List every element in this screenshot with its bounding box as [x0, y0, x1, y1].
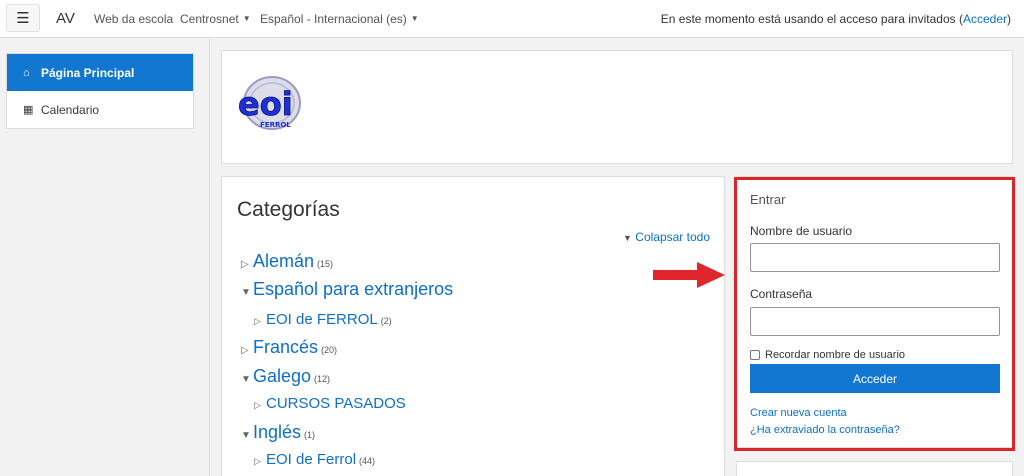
remember-username[interactable]: Recordar nombre de usuario: [750, 349, 905, 361]
arrow-right-icon: [653, 262, 725, 288]
triangle-down-icon: ▼: [241, 374, 251, 385]
categories-title: Categorías: [237, 198, 340, 221]
drawer-list: ⌂ Página Principal ▦ Calendario: [6, 53, 194, 129]
login-block: Entrar Nombre de usuario Contraseña Reco…: [736, 176, 1013, 448]
subcategory-item[interactable]: ▷ EOI de Ferrol (44): [254, 451, 375, 468]
category-item[interactable]: ▷ Francés (20): [241, 337, 337, 358]
category-item[interactable]: ▼ Inglés (1): [241, 422, 315, 443]
caret-down-icon: ▼: [242, 14, 251, 23]
navbar-login-link[interactable]: Acceder: [963, 12, 1007, 26]
categories-panel: Categorías ▼ Colapsar todo ▷ Alemán (15) ▼…: [221, 176, 725, 476]
nav-drawer: ⌂ Página Principal ▦ Calendario: [0, 39, 210, 476]
triangle-right-icon: ▷: [254, 316, 261, 326]
language-selector[interactable]: Español - Internacional (es) ▼: [260, 12, 419, 26]
forgot-password-link[interactable]: ¿Ha extraviado la contraseña?: [750, 424, 900, 436]
category-item[interactable]: ▷ Alemán (15): [241, 251, 333, 272]
calendar-icon: ▦: [23, 104, 34, 116]
triangle-right-icon: ▷: [254, 456, 261, 466]
top-navbar: ☰ AV Web da escola Centrosnet ▼ Español -…: [0, 0, 1024, 38]
triangle-down-icon: ▼: [241, 287, 251, 298]
drawer-item-home[interactable]: ⌂ Página Principal: [7, 54, 193, 91]
password-input[interactable]: [750, 307, 1000, 336]
triangle-right-icon: ▷: [241, 259, 249, 270]
triangle-right-icon: ▷: [254, 400, 261, 410]
hamburger-icon: ☰: [16, 10, 30, 27]
login-title: Entrar: [750, 192, 786, 207]
username-input[interactable]: [750, 243, 1000, 272]
create-account-link[interactable]: Crear nueva cuenta: [750, 407, 847, 419]
remember-checkbox[interactable]: [750, 350, 760, 360]
nav-link-web-escola[interactable]: Web da escola: [94, 12, 173, 26]
username-label: Nombre de usuario: [750, 224, 853, 238]
drawer-item-calendar[interactable]: ▦ Calendario: [7, 91, 193, 128]
triangle-down-icon: ▼: [241, 430, 251, 441]
collapse-all-link[interactable]: ▼ Colapsar todo: [623, 230, 710, 244]
subcategory-item[interactable]: ▷ CURSOS PASADOS: [254, 395, 409, 412]
login-button[interactable]: Acceder: [750, 364, 1000, 393]
home-icon: ⌂: [23, 66, 30, 79]
category-item[interactable]: ▼ Español para extranjeros: [241, 279, 456, 300]
site-brand[interactable]: AV: [56, 10, 75, 27]
secondary-block: [736, 461, 1013, 476]
guest-notice: En este momento está usando el acceso pa…: [660, 12, 1011, 26]
subcategory-item[interactable]: ▷ EOI de FERROL (2): [254, 311, 392, 328]
password-label: Contraseña: [750, 287, 813, 301]
nav-link-centrosnet[interactable]: Centrosnet ▼: [180, 12, 251, 26]
logo-subtitle: FERROL: [260, 121, 291, 129]
caret-down-icon: ▼: [410, 14, 419, 23]
page-header: eoi FERROL: [221, 50, 1013, 164]
logo-wordmark: eoi: [238, 85, 293, 123]
triangle-down-icon: ▼: [623, 233, 632, 243]
eoi-logo[interactable]: eoi FERROL: [236, 75, 302, 137]
menu-toggle-button[interactable]: ☰: [6, 4, 40, 32]
category-item[interactable]: ▼ Galego (12): [241, 366, 330, 387]
triangle-right-icon: ▷: [241, 345, 249, 356]
